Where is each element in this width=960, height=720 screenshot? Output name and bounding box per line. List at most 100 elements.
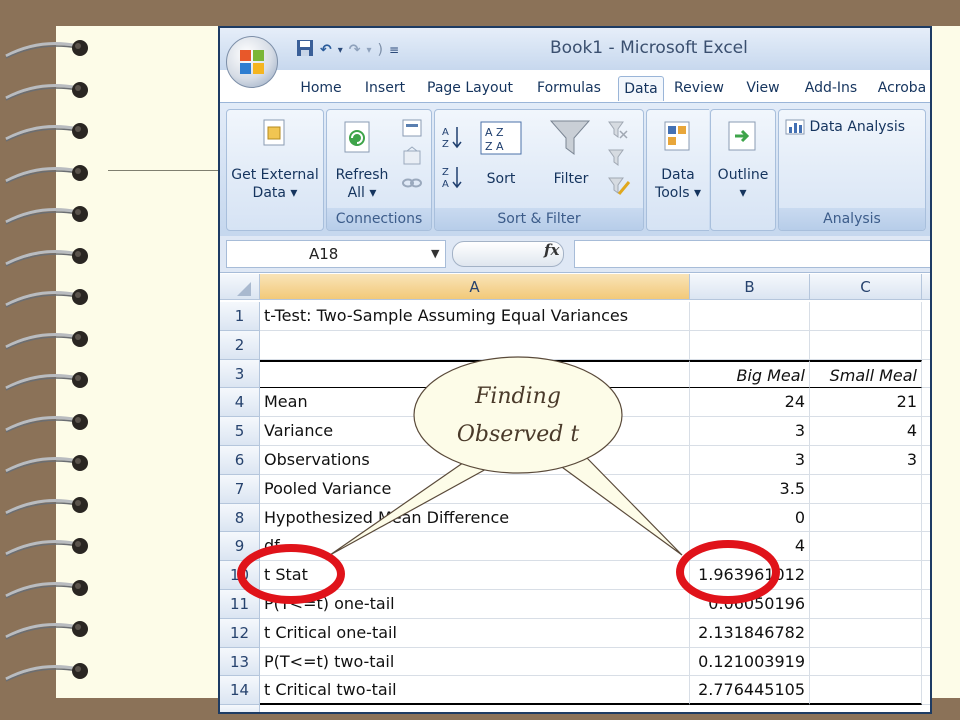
cell-d4[interactable]: [922, 388, 930, 418]
cell-b13[interactable]: 0.121003919: [690, 647, 810, 677]
redo-dropdown-icon[interactable]: ▾: [367, 45, 372, 56]
cell-d3[interactable]: [922, 360, 930, 389]
tab-data[interactable]: Data: [618, 76, 664, 101]
cell-b2[interactable]: [690, 330, 810, 360]
cell-a8[interactable]: Hypothesized Mean Difference: [260, 503, 690, 533]
row-header[interactable]: 13: [220, 647, 260, 677]
row-header[interactable]: 4: [220, 388, 260, 418]
cell-b8[interactable]: 0: [690, 503, 810, 533]
cell-a13[interactable]: P(T<=t) two-tail: [260, 647, 690, 677]
cell-c9[interactable]: [810, 532, 922, 562]
row-header[interactable]: 5: [220, 417, 260, 446]
select-all-corner[interactable]: [220, 274, 260, 300]
column-header-b[interactable]: B: [690, 274, 810, 300]
cell-b10[interactable]: 1.963961012: [690, 561, 810, 590]
data-analysis-button[interactable]: Data Analysis: [785, 118, 925, 136]
name-box[interactable]: A18 ▼: [226, 240, 446, 268]
save-icon[interactable]: [296, 39, 314, 61]
properties-icon[interactable]: [401, 146, 423, 168]
cell-a14[interactable]: t Critical two-tail: [260, 676, 690, 706]
get-external-data-button[interactable]: Get External Data ▾: [227, 166, 323, 202]
cell-a2[interactable]: [260, 330, 690, 360]
tab-page-layout[interactable]: Page Layout: [420, 76, 520, 100]
cell-b1[interactable]: [690, 302, 810, 331]
cell-c14[interactable]: [810, 676, 922, 706]
row-header[interactable]: 10: [220, 561, 260, 590]
cell-d2[interactable]: [922, 331, 930, 360]
column-header-a[interactable]: A: [260, 274, 690, 300]
cell-c1[interactable]: [810, 302, 922, 331]
row-header[interactable]: 9: [220, 532, 260, 562]
cell-c8[interactable]: [810, 503, 922, 533]
cell-c12[interactable]: [810, 618, 922, 648]
reapply-filter-icon[interactable]: [607, 148, 629, 168]
filter-button[interactable]: Filter: [543, 170, 599, 188]
cell-b5[interactable]: 3: [690, 417, 810, 446]
row-header[interactable]: 14: [220, 676, 260, 706]
undo-icon[interactable]: ↶: [320, 42, 332, 58]
row-header[interactable]: 8: [220, 503, 260, 533]
cell-d7[interactable]: [922, 475, 930, 504]
cell-d14[interactable]: [922, 676, 930, 706]
cell-b3[interactable]: Big Meal: [690, 359, 810, 389]
data-tools-button[interactable]: Data Tools ▾: [647, 166, 709, 202]
cell-d10[interactable]: [922, 561, 930, 590]
insert-function-icon[interactable]: fx: [544, 241, 559, 259]
cell-a10[interactable]: t Stat: [260, 561, 690, 590]
cell-a9[interactable]: df: [260, 532, 690, 562]
cell-b14[interactable]: 2.776445105: [690, 676, 810, 706]
cell-c7[interactable]: [810, 474, 922, 504]
cell-c5[interactable]: 4: [810, 417, 922, 446]
cell-d13[interactable]: [922, 648, 930, 677]
cell-d6[interactable]: [922, 446, 930, 475]
cell-d1[interactable]: [922, 302, 930, 331]
customize-qat-icon[interactable]: ≡: [389, 43, 399, 57]
cell-d8[interactable]: [922, 504, 930, 533]
cell-d12[interactable]: [922, 619, 930, 648]
tab-review[interactable]: Review: [668, 76, 730, 100]
cell-c13[interactable]: [810, 647, 922, 677]
cell-b6[interactable]: 3: [690, 446, 810, 475]
tab-formulas[interactable]: Formulas: [526, 76, 612, 100]
undo-dropdown-icon[interactable]: ▾: [338, 45, 343, 56]
tab-view[interactable]: View: [736, 76, 790, 100]
cell-c3[interactable]: Small Meal: [810, 359, 922, 389]
tab-insert[interactable]: Insert: [356, 76, 414, 100]
cell-d9[interactable]: [922, 532, 930, 562]
cell-c2[interactable]: [810, 330, 922, 360]
cell-b4[interactable]: 24: [690, 388, 810, 418]
row-header[interactable]: 6: [220, 446, 260, 475]
row-header[interactable]: [220, 705, 260, 712]
cell-c4[interactable]: 21: [810, 388, 922, 418]
row-header[interactable]: 7: [220, 474, 260, 504]
cell-a11[interactable]: P(T<=t) one-tail: [260, 590, 690, 619]
cell-b7[interactable]: 3.5: [690, 474, 810, 504]
outline-button[interactable]: Outline ▾: [711, 166, 775, 202]
redo-icon[interactable]: ↷: [349, 42, 361, 58]
sort-button[interactable]: Sort: [479, 170, 523, 188]
cell-b11[interactable]: 0.06050196: [690, 590, 810, 619]
cell-d11[interactable]: [922, 590, 930, 619]
sort-a-to-z-icon[interactable]: A Z: [441, 124, 463, 150]
column-header-c[interactable]: C: [810, 274, 922, 300]
row-header[interactable]: 12: [220, 618, 260, 648]
formula-input[interactable]: [574, 240, 930, 268]
cell-b9[interactable]: 4: [690, 532, 810, 562]
connections-icon[interactable]: [401, 118, 423, 140]
edit-links-icon[interactable]: [401, 174, 423, 192]
name-box-dropdown-icon[interactable]: ▼: [431, 241, 439, 267]
row-header[interactable]: 11: [220, 590, 260, 619]
tab-home[interactable]: Home: [292, 76, 350, 100]
cell-c10[interactable]: [810, 561, 922, 590]
tab-add-ins[interactable]: Add-Ins: [796, 76, 866, 100]
row-header[interactable]: 1: [220, 302, 260, 331]
cell-c11[interactable]: [810, 590, 922, 619]
column-header-d[interactable]: [922, 274, 930, 300]
cell-b12[interactable]: 2.131846782: [690, 618, 810, 648]
cell-c6[interactable]: 3: [810, 446, 922, 475]
cell-a1[interactable]: t-Test: Two-Sample Assuming Equal Varian…: [260, 302, 690, 331]
cell-a12[interactable]: t Critical one-tail: [260, 618, 690, 648]
office-button[interactable]: [226, 36, 278, 88]
sort-z-to-a-icon[interactable]: Z A: [441, 164, 463, 190]
clear-filter-icon[interactable]: [607, 120, 629, 140]
